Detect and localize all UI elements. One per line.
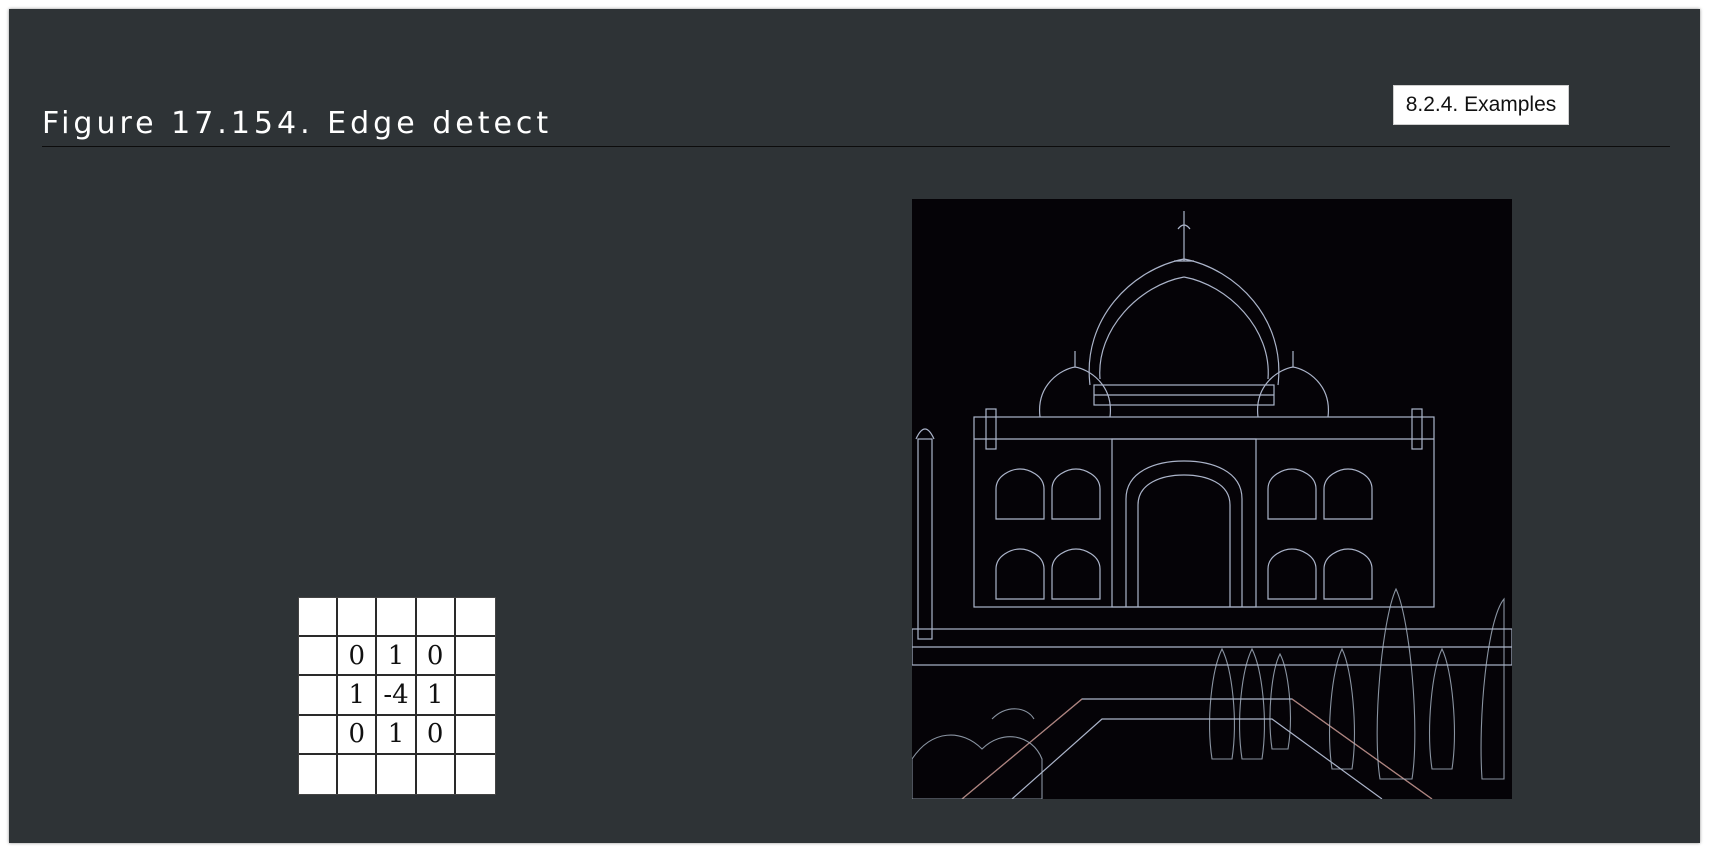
kernel-cell: 1 <box>338 676 378 716</box>
kernel-empty-cell <box>455 637 495 677</box>
kernel-empty-cell <box>299 754 339 794</box>
kernel-cell: 1 <box>416 676 456 716</box>
kernel-empty-cell <box>456 755 495 794</box>
kernel-cell: 0 <box>416 637 456 677</box>
title-divider <box>42 146 1670 147</box>
kernel-empty-cell <box>338 598 378 638</box>
kernel-empty-cell <box>338 754 378 794</box>
kernel-cell: 1 <box>377 637 417 677</box>
kernel-empty-cell <box>299 637 339 677</box>
document-frame: Figure 17.154. Edge detect 8.2.4. Exampl… <box>9 9 1700 843</box>
kernel-cell: -4 <box>377 676 417 716</box>
kernel-empty-cell <box>377 754 417 794</box>
figure-title: Figure 17.154. Edge detect <box>42 106 553 141</box>
kernel-empty-cell <box>416 598 456 638</box>
kernel-empty-cell <box>299 715 339 755</box>
kernel-empty-cell <box>455 716 495 755</box>
kernel-cell: 1 <box>377 715 417 755</box>
convolution-kernel-matrix: 0 1 0 1 -4 1 0 1 0 <box>298 597 496 795</box>
kernel-cell: 0 <box>338 637 378 677</box>
kernel-cell: 0 <box>338 715 378 755</box>
kernel-empty-cell <box>299 676 339 716</box>
edge-detected-taj-mahal-image <box>912 199 1512 799</box>
edge-detect-result-image <box>912 199 1512 799</box>
kernel-empty-cell <box>377 598 417 638</box>
kernel-empty-cell <box>455 676 495 716</box>
kernel-empty-cell <box>299 598 339 638</box>
kernel-cell: 0 <box>416 715 456 755</box>
kernel-empty-cell <box>417 754 456 794</box>
kernel-empty-cell <box>455 598 495 638</box>
section-link-examples[interactable]: 8.2.4. Examples <box>1393 85 1569 125</box>
